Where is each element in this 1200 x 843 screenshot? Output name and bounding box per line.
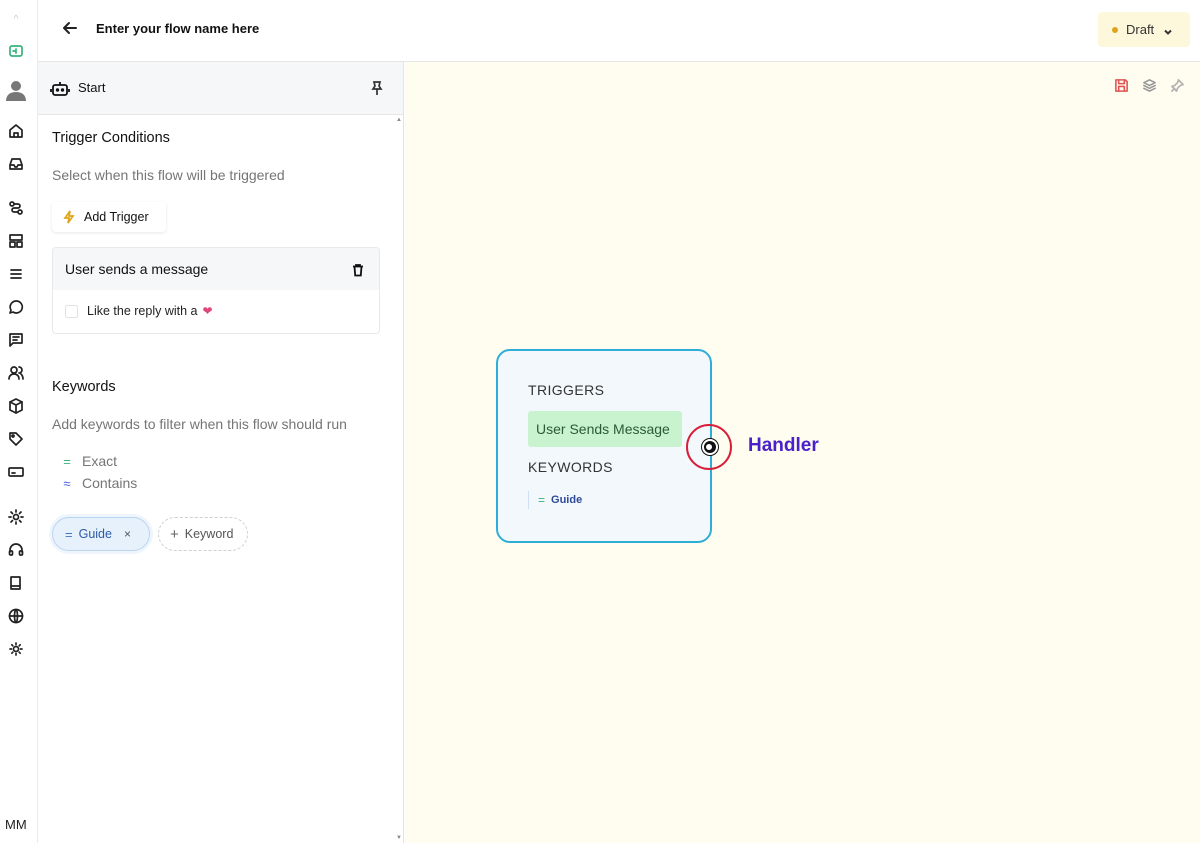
home-icon[interactable]	[7, 122, 25, 140]
handler-annotation-label: Handler	[748, 435, 819, 456]
add-trigger-button[interactable]: Add Trigger	[52, 202, 166, 232]
messages-icon[interactable]	[7, 331, 25, 349]
list-icon[interactable]	[7, 265, 25, 283]
add-trigger-label: Add Trigger	[84, 210, 149, 224]
trigger-pill: User Sends Message	[528, 411, 682, 447]
settings-icon[interactable]	[7, 508, 25, 526]
bot-icon	[50, 79, 70, 99]
flow-canvas[interactable]: TRIGGERS User Sends Message KEYWORDS = G…	[405, 62, 1200, 843]
trigger-conditions-title: Trigger Conditions	[52, 130, 170, 146]
node-output-handle[interactable]	[702, 439, 718, 455]
like-reply-checkbox[interactable]	[65, 304, 78, 318]
globe-icon[interactable]	[7, 607, 25, 625]
user-avatar-icon[interactable]	[5, 78, 27, 102]
package-icon[interactable]	[7, 397, 25, 415]
tag-icon[interactable]	[7, 430, 25, 448]
match-type-label: Contains	[82, 475, 138, 491]
node-settings-panel: Start ▲ Trigger Conditions Select when t…	[38, 62, 404, 843]
top-header: Enter your flow name here Draft	[38, 0, 1200, 62]
status-label: Draft	[1126, 22, 1155, 37]
left-nav-rail: ^ MM	[0, 0, 38, 843]
keyword-chip-label: Guide	[78, 527, 112, 541]
theme-toggle-icon[interactable]	[7, 640, 25, 658]
like-reply-option[interactable]: Like the reply with a ❤	[65, 304, 213, 318]
keyword-pill-label: Guide	[551, 494, 583, 506]
trigger-card-title: User sends a message	[65, 261, 209, 277]
add-keyword-label: Keyword	[184, 527, 234, 541]
start-node[interactable]: TRIGGERS User Sends Message KEYWORDS = G…	[496, 349, 712, 543]
match-type-exact[interactable]: = Exact	[60, 453, 117, 469]
card-icon[interactable]	[7, 463, 25, 481]
status-dropdown[interactable]: Draft	[1098, 12, 1190, 47]
chat-icon[interactable]	[7, 298, 25, 316]
flow-builder-icon[interactable]	[7, 42, 25, 60]
remove-keyword-icon[interactable]: ×	[124, 527, 131, 541]
keyword-pill: = Guide	[528, 491, 582, 509]
scroll-up-arrow[interactable]: ▲	[396, 117, 402, 123]
heart-icon: ❤	[202, 304, 213, 318]
book-icon[interactable]	[7, 574, 25, 592]
match-type-label: Exact	[82, 453, 118, 469]
support-icon[interactable]	[7, 541, 25, 559]
keywords-description: Add keywords to filter when this flow sh…	[52, 416, 347, 432]
inbox-icon[interactable]	[7, 155, 25, 173]
scroll-down-arrow[interactable]: ▼	[396, 835, 402, 841]
panel-header: Start	[38, 62, 403, 115]
trigger-conditions-description: Select when this flow will be triggered	[52, 167, 285, 183]
approx-icon: ≈	[63, 475, 71, 491]
contacts-icon[interactable]	[7, 364, 25, 382]
back-arrow-icon[interactable]	[62, 20, 80, 38]
trigger-card-header: User sends a message	[53, 248, 379, 290]
keywords-label: KEYWORDS	[528, 459, 613, 475]
chevron-down-icon	[1163, 25, 1173, 35]
pin-icon[interactable]	[369, 80, 385, 96]
equals-icon: =	[65, 526, 73, 542]
lightning-icon	[63, 210, 75, 224]
layout-icon[interactable]	[7, 232, 25, 250]
flow-name-input[interactable]: Enter your flow name here	[96, 21, 259, 36]
equals-icon: =	[63, 453, 71, 469]
status-dot-icon	[1112, 26, 1118, 33]
add-keyword-button[interactable]: + Keyword	[158, 517, 248, 551]
match-type-contains[interactable]: ≈ Contains	[60, 475, 137, 491]
user-initials[interactable]: MM	[5, 817, 27, 832]
delete-trigger-icon[interactable]	[351, 263, 365, 277]
panel-title: Start	[78, 80, 106, 95]
keywords-title: Keywords	[52, 379, 116, 395]
canvas-toolbar	[1114, 78, 1186, 94]
trigger-card: User sends a message Like the reply with…	[52, 247, 380, 334]
plus-icon: +	[170, 525, 179, 543]
pin-icon[interactable]	[1170, 78, 1186, 94]
save-icon[interactable]	[1114, 78, 1130, 94]
keyword-chip[interactable]: = Guide ×	[52, 517, 150, 551]
triggers-label: TRIGGERS	[528, 382, 605, 398]
integrations-icon[interactable]	[7, 199, 25, 217]
app-logo-icon[interactable]: ^	[7, 10, 25, 28]
equals-icon: =	[538, 493, 546, 507]
layers-icon[interactable]	[1142, 78, 1158, 94]
like-reply-label: Like the reply with a	[87, 304, 198, 318]
